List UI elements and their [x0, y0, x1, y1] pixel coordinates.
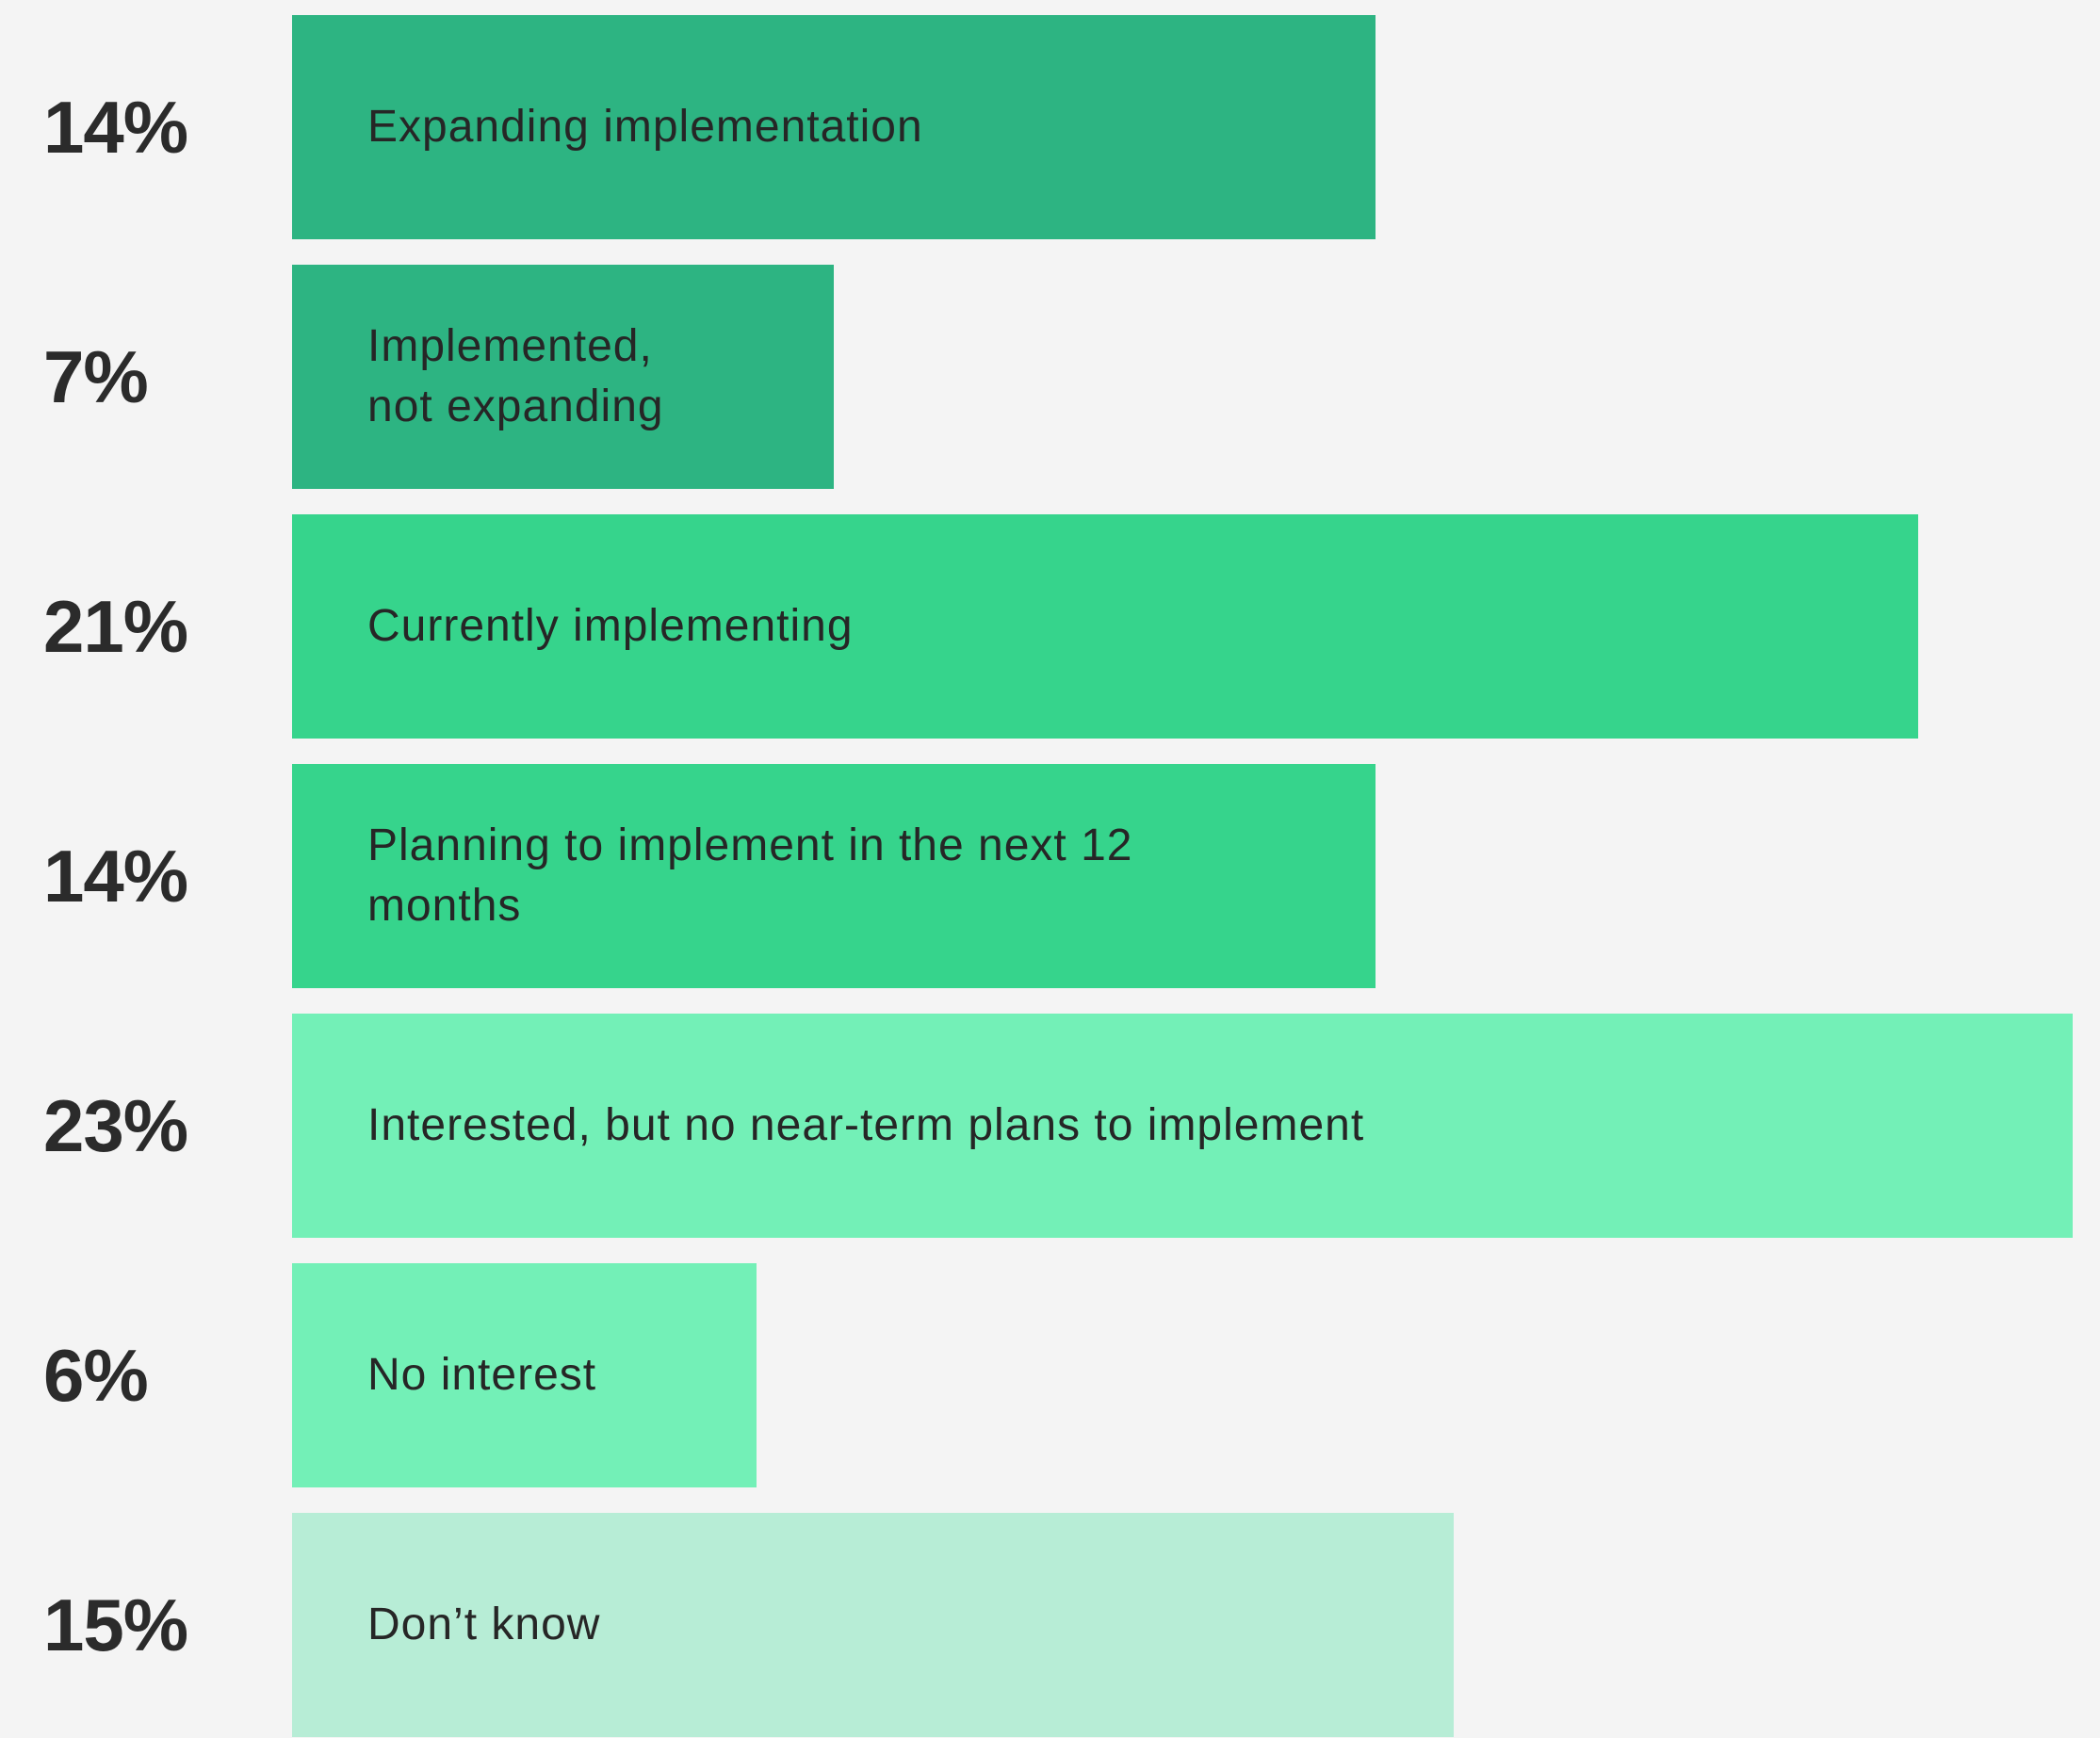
value-label: 14%: [43, 85, 188, 169]
category-label: Interested, but no near-term plans to im…: [367, 1100, 1365, 1150]
value-label: 14%: [43, 834, 188, 918]
bar-row: 15% Don’t know: [0, 1513, 2100, 1737]
bar-row: 6% No interest: [0, 1263, 2100, 1487]
bar: Implemented, not expanding: [292, 265, 834, 489]
value-label: 6%: [43, 1333, 149, 1417]
bar: No interest: [292, 1263, 757, 1487]
category-label: Expanding implementation: [367, 102, 923, 152]
category-label: Planning to implement in the next 12 mon…: [367, 820, 1133, 931]
value-label: 15%: [43, 1583, 188, 1666]
bar-row: 23% Interested, but no near-term plans to…: [0, 1014, 2100, 1238]
bar-row: 21% Currently implementing: [0, 514, 2100, 739]
category-label: Don’t know: [367, 1600, 601, 1649]
bar: Interested, but no near-term plans to im…: [292, 1014, 2073, 1238]
bar-row: 7% Implemented, not expanding: [0, 265, 2100, 489]
bar-chart: 14% Expanding implementation 7% Implemented…: [0, 0, 2100, 1738]
bar: Don’t know: [292, 1513, 1454, 1737]
bar-row: 14% Expanding implementation: [0, 15, 2100, 239]
bar: Currently implementing: [292, 514, 1918, 739]
category-label: Currently implementing: [367, 601, 854, 651]
bar: Expanding implementation: [292, 15, 1376, 239]
category-label: No interest: [367, 1350, 597, 1400]
value-label: 7%: [43, 334, 149, 418]
value-label: 23%: [43, 1083, 188, 1167]
bar-row: 14% Planning to implement in the next 12 …: [0, 764, 2100, 988]
value-label: 21%: [43, 584, 188, 668]
bar: Planning to implement in the next 12 mon…: [292, 764, 1376, 988]
category-label: Implemented, not expanding: [367, 321, 664, 431]
